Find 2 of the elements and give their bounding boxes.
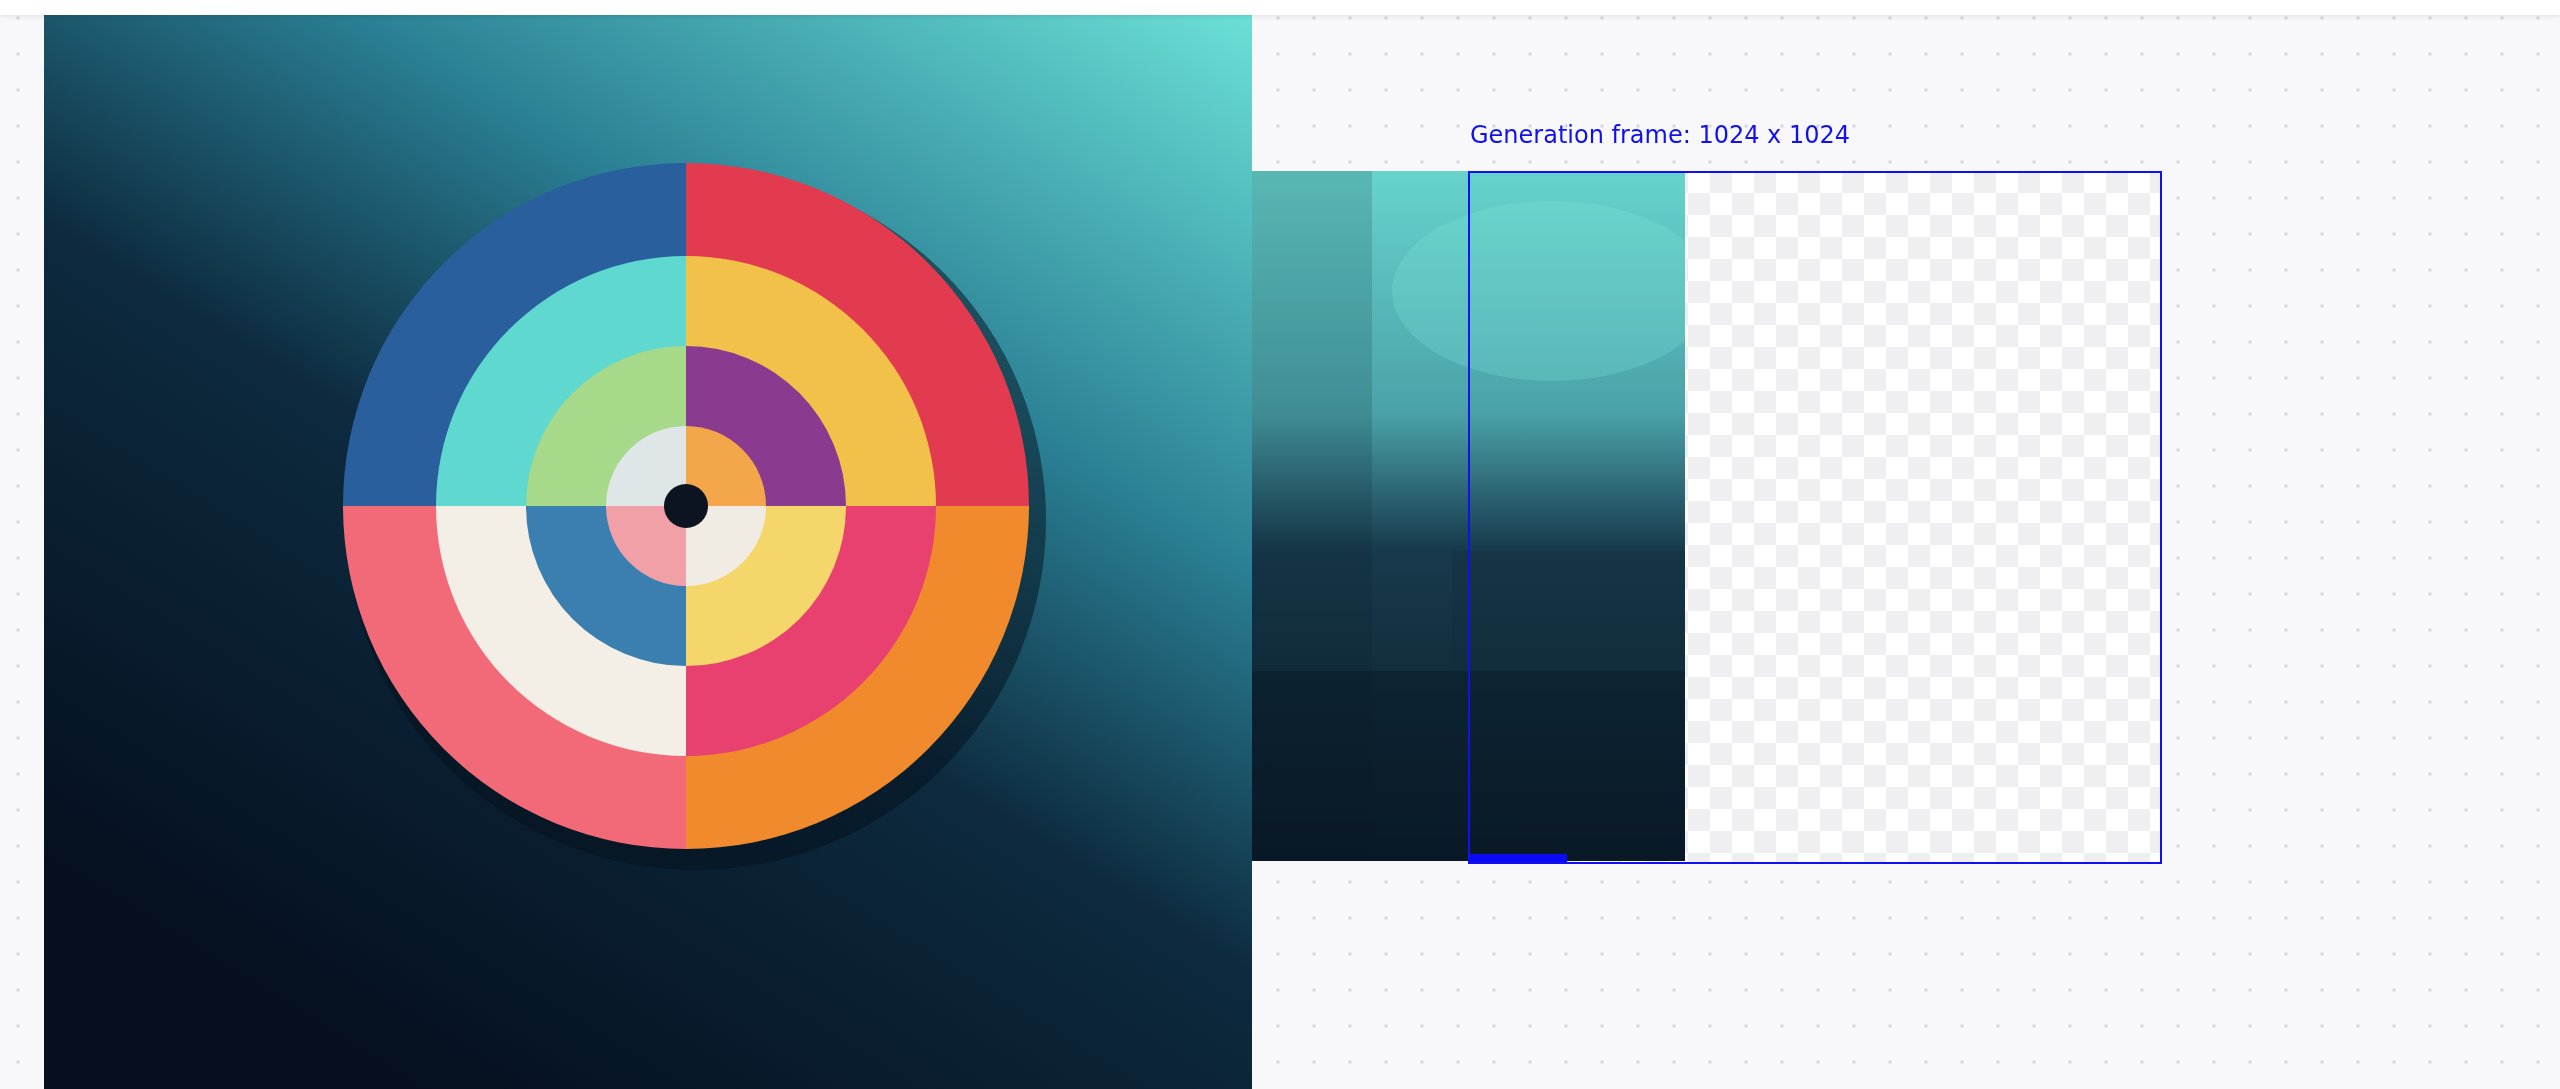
generation-frame[interactable] xyxy=(1468,171,2162,864)
frame-label: Generation frame: 1024 x 1024 xyxy=(1470,121,1850,149)
